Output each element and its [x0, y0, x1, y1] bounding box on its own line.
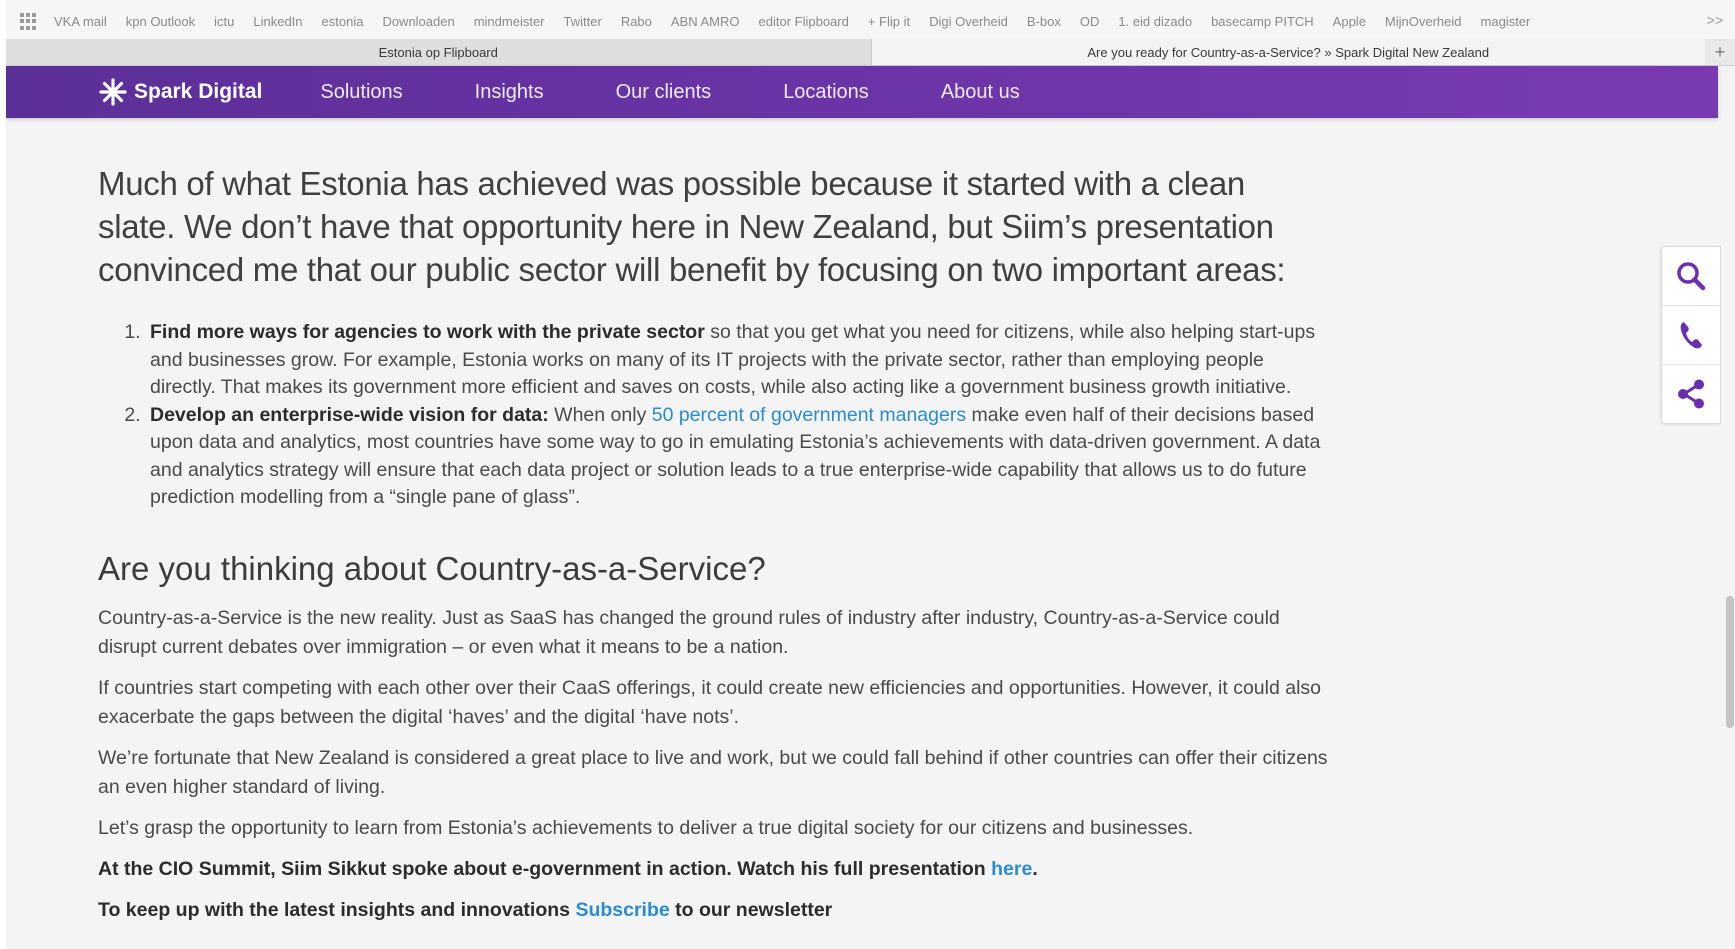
bookmark-item[interactable]: VKA mail [54, 14, 107, 29]
bookmark-item[interactable]: LinkedIn [253, 14, 302, 29]
bookmark-item[interactable]: OD [1080, 14, 1100, 29]
floating-action-panel [1661, 246, 1721, 424]
managers-statistic-link[interactable]: 50 percent of government managers [652, 404, 966, 426]
bookmark-item[interactable]: Rabo [621, 14, 652, 29]
summit-end: . [1032, 857, 1038, 880]
newsletter-text-end: to our newsletter [669, 898, 833, 921]
subscribe-link[interactable]: Subscribe [575, 899, 669, 921]
point-heading: Develop an enterprise-wide vision for da… [150, 403, 549, 426]
list-item: Develop an enterprise-wide vision for da… [146, 402, 1328, 512]
site-navigation: Spark Digital Solutions Insights Our cli… [6, 66, 1718, 118]
bookmark-item[interactable]: Downloaden [382, 14, 454, 29]
search-button[interactable] [1662, 247, 1720, 306]
star-burst-icon [99, 78, 127, 106]
nav-about-us[interactable]: About us [941, 81, 1020, 104]
call-button[interactable] [1662, 306, 1720, 365]
tab-bar: Estonia op Flipboard Are you ready for C… [6, 39, 1735, 66]
phone-icon [1680, 322, 1702, 349]
cio-summit-paragraph: At the CIO Summit, Siim Sikkut spoke abo… [98, 855, 1328, 884]
bookmark-item[interactable]: Twitter [564, 14, 602, 29]
share-icon [1678, 379, 1704, 409]
summit-text: At the CIO Summit, Siim Sikkut spoke abo… [98, 857, 992, 880]
apps-grid-icon[interactable] [20, 12, 38, 31]
page-scrollbar[interactable] [1726, 596, 1734, 728]
newsletter-text: To keep up with the latest insights and … [98, 898, 576, 921]
presentation-link[interactable]: here [991, 858, 1032, 880]
nav-locations[interactable]: Locations [783, 81, 869, 104]
bookmarks-overflow-button[interactable]: >> [1707, 12, 1723, 28]
share-button[interactable] [1662, 365, 1720, 423]
section-heading: Are you thinking about Country-as-a-Serv… [98, 549, 766, 587]
bookmark-item[interactable]: B-box [1027, 14, 1061, 29]
bookmark-item[interactable]: 1. eid dizado [1118, 14, 1192, 29]
lead-paragraph: Much of what Estonia has achieved was po… [98, 165, 1286, 288]
point-text: When only [548, 403, 652, 426]
bookmark-item[interactable]: ABN AMRO [671, 14, 740, 29]
body-paragraph: Let’s grasp the opportunity to learn fro… [98, 816, 1194, 839]
bookmark-item[interactable]: + Flip it [868, 14, 910, 29]
bookmarks-bar: VKA mail kpn Outlook ictu LinkedIn eston… [6, 0, 1735, 44]
point-heading: Find more ways for agencies to work with… [150, 321, 705, 343]
bookmark-item[interactable]: magister [1481, 14, 1531, 29]
search-icon [1677, 262, 1706, 291]
newsletter-paragraph: To keep up with the latest insights and … [98, 896, 1328, 925]
body-paragraph: We’re fortunate that New Zealand is cons… [98, 746, 1328, 798]
brand-logo[interactable]: Spark Digital [98, 77, 262, 107]
bookmark-item[interactable]: editor Flipboard [759, 14, 849, 29]
nav-solutions[interactable]: Solutions [320, 81, 402, 104]
nav-insights[interactable]: Insights [475, 81, 544, 104]
article-body: Much of what Estonia has achieved was po… [98, 118, 1328, 937]
bookmark-item[interactable]: Digi Overheid [929, 14, 1008, 29]
bookmark-item[interactable]: MijnOverheid [1385, 14, 1462, 29]
body-paragraph: Country-as-a-Service is the new reality.… [98, 606, 1280, 658]
bookmark-item[interactable]: Apple [1333, 14, 1366, 29]
bookmark-item[interactable]: kpn Outlook [126, 14, 195, 29]
tab-estonia-flipboard[interactable]: Estonia op Flipboard [6, 39, 872, 65]
nav-our-clients[interactable]: Our clients [616, 81, 712, 104]
bookmark-item[interactable]: estonia [322, 14, 364, 29]
new-tab-button[interactable]: + [1705, 39, 1735, 65]
body-paragraph: If countries start competing with each o… [98, 676, 1322, 728]
bookmark-item[interactable]: mindmeister [474, 14, 545, 29]
bookmark-item[interactable]: ictu [214, 14, 234, 29]
focus-areas-list: Find more ways for agencies to work with… [98, 319, 1328, 512]
tab-country-as-a-service[interactable]: Are you ready for Country-as-a-Service? … [871, 39, 1706, 65]
browser-window: VKA mail kpn Outlook ictu LinkedIn eston… [6, 0, 1735, 949]
brand-name: Spark Digital [134, 80, 263, 103]
bookmark-item[interactable]: basecamp PITCH [1211, 14, 1314, 29]
list-item: Find more ways for agencies to work with… [146, 319, 1328, 402]
